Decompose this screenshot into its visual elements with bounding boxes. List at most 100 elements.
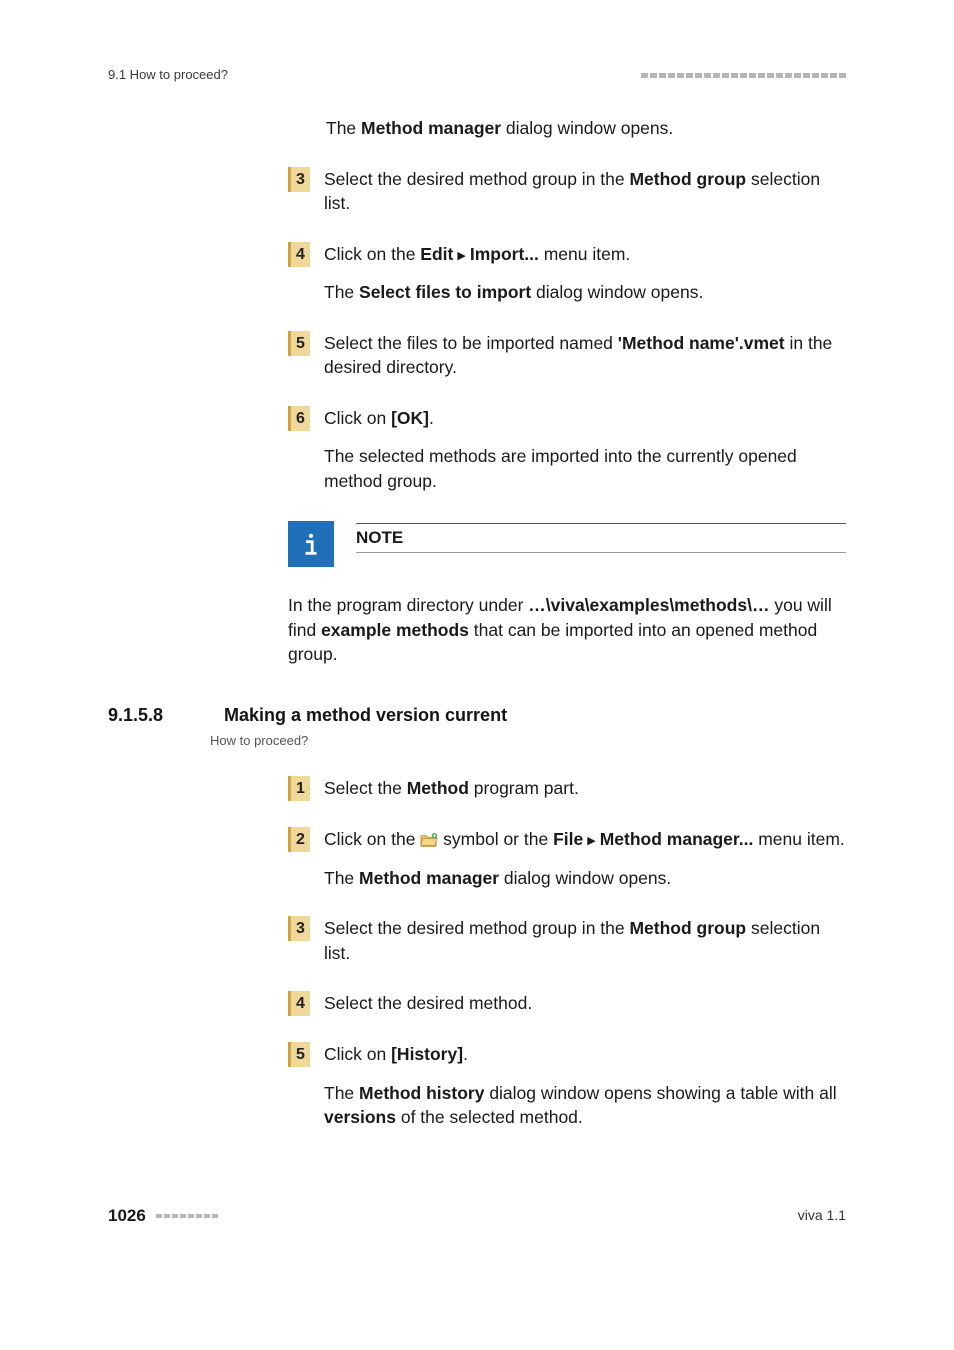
text: Select the desired method group in the [324, 918, 629, 938]
step-body: Select the desired method. [324, 991, 846, 1016]
step-list-b: 1 Select the Method program part. 2 Click o… [288, 776, 846, 1130]
text: dialog window opens. [531, 282, 703, 302]
text: Click on [324, 408, 391, 428]
howto-subtitle: How to proceed? [210, 732, 846, 750]
step-line: Select the desired method. [324, 991, 846, 1016]
section-number: 9.1.5.8 [108, 703, 194, 728]
text-bold: File [553, 829, 583, 849]
text-bold: Import... [470, 244, 539, 264]
step-line: The Method history dialog window opens s… [324, 1081, 846, 1130]
step-number: 3 [288, 916, 310, 941]
step: 5 Select the files to be imported named '… [288, 331, 846, 380]
text-bold: Method group [629, 918, 746, 938]
text: The [324, 868, 359, 888]
text: . [429, 408, 434, 428]
text-bold: …\viva\examples\methods\… [528, 595, 769, 615]
step-body: Click on [History]. The Method history di… [324, 1042, 846, 1130]
text-bold: Method history [359, 1083, 484, 1103]
text: Click on the [324, 829, 420, 849]
text: Select the [324, 778, 407, 798]
running-header: 9.1 How to proceed? [108, 66, 846, 84]
step-number: 2 [288, 827, 310, 852]
step-line: The selected methods are imported into t… [324, 444, 846, 493]
step-line: Select the files to be imported named 'M… [324, 331, 846, 380]
text: The [324, 282, 359, 302]
text-bold: versions [324, 1107, 396, 1127]
page-number: 1026 [108, 1204, 146, 1228]
step-body: Select the files to be imported named 'M… [324, 331, 846, 380]
step-body: Select the Method program part. [324, 776, 846, 801]
text: The [324, 1083, 359, 1103]
footer-dash-decoration [156, 1214, 218, 1218]
step-number: 5 [288, 331, 310, 356]
text: menu item. [539, 244, 630, 264]
step-line: Select the desired method group in the M… [324, 167, 846, 216]
text: symbol or the [438, 829, 553, 849]
step-number: 4 [288, 991, 310, 1016]
footer-product: viva 1.1 [798, 1206, 846, 1226]
step-body: Select the desired method group in the M… [324, 916, 846, 965]
step-number: 4 [288, 242, 310, 267]
text-bold: [History] [391, 1044, 463, 1064]
text-bold: Method manager... [600, 829, 754, 849]
step-number: 5 [288, 1042, 310, 1067]
text-bold: Method manager [361, 118, 501, 138]
section-title: Making a method version current [224, 703, 507, 728]
menu-separator-icon: ▶ [453, 250, 469, 262]
text-bold: Method [407, 778, 469, 798]
text: Select the files to be imported named [324, 333, 618, 353]
text: In the program directory under [288, 595, 528, 615]
text-bold: Edit [420, 244, 453, 264]
step-line: The Method manager dialog window opens. [324, 866, 846, 891]
step-list-a: 3 Select the desired method group in the … [288, 167, 846, 494]
text-bold: [OK] [391, 408, 429, 428]
text: Select the desired method. [324, 993, 532, 1013]
info-icon [288, 521, 334, 567]
step-line: Click on [History]. [324, 1042, 846, 1067]
header-section-ref: 9.1 How to proceed? [108, 66, 228, 84]
text: dialog window opens. [499, 868, 671, 888]
text: . [463, 1044, 468, 1064]
text: The [326, 118, 361, 138]
step: 4 Select the desired method. [288, 991, 846, 1016]
text: Select the desired method group in the [324, 169, 629, 189]
step-body: Click on the Edit▶Import... menu item. Th… [324, 242, 846, 305]
step: 2Click on the symbol or the File▶Method … [288, 827, 846, 890]
step-number: 6 [288, 406, 310, 431]
menu-separator-icon: ▶ [583, 835, 599, 847]
note-body: In the program directory under …\viva\ex… [288, 593, 846, 667]
step-line: The Select files to import dialog window… [324, 280, 846, 305]
step-number: 1 [288, 776, 310, 801]
text: dialog window opens showing a table with… [484, 1083, 836, 1103]
step-line: Select the Method program part. [324, 776, 846, 801]
step: 4 Click on the Edit▶Import... menu item. T… [288, 242, 846, 305]
step: 5 Click on [History]. The Method history d… [288, 1042, 846, 1130]
step-body: Click on [OK]. The selected methods are i… [324, 406, 846, 494]
text: of the selected method. [396, 1107, 583, 1127]
note-block: NOTE In the program directory under …\vi… [288, 521, 846, 667]
step-line: Click on the symbol or the File▶Method m… [324, 827, 846, 852]
page-footer: 1026 viva 1.1 [108, 1204, 846, 1228]
step-line: Click on the Edit▶Import... menu item. [324, 242, 846, 267]
step-line: Select the desired method group in the M… [324, 916, 846, 965]
step-body: Click on the symbol or the File▶Method m… [324, 827, 846, 890]
step: 3 Select the desired method group in the … [288, 167, 846, 216]
step-body: Select the desired method group in the M… [324, 167, 846, 216]
text: menu item. [753, 829, 844, 849]
step: 6 Click on [OK]. The selected methods are … [288, 406, 846, 494]
text: program part. [469, 778, 579, 798]
text: The selected methods are imported into t… [324, 446, 797, 491]
intro-paragraph: The Method manager dialog window opens. [326, 116, 846, 141]
step-number: 3 [288, 167, 310, 192]
open-folder-icon [420, 829, 438, 844]
text: Click on [324, 1044, 391, 1064]
text-bold: Select files to import [359, 282, 531, 302]
text: dialog window opens. [501, 118, 673, 138]
section-heading: 9.1.5.8 Making a method version current [108, 703, 846, 728]
step-line: Click on [OK]. [324, 406, 846, 431]
text-bold: example methods [321, 620, 469, 640]
text-bold: Method manager [359, 868, 499, 888]
step: 1 Select the Method program part. [288, 776, 846, 801]
step: 3 Select the desired method group in the … [288, 916, 846, 965]
text-bold: Method group [629, 169, 746, 189]
